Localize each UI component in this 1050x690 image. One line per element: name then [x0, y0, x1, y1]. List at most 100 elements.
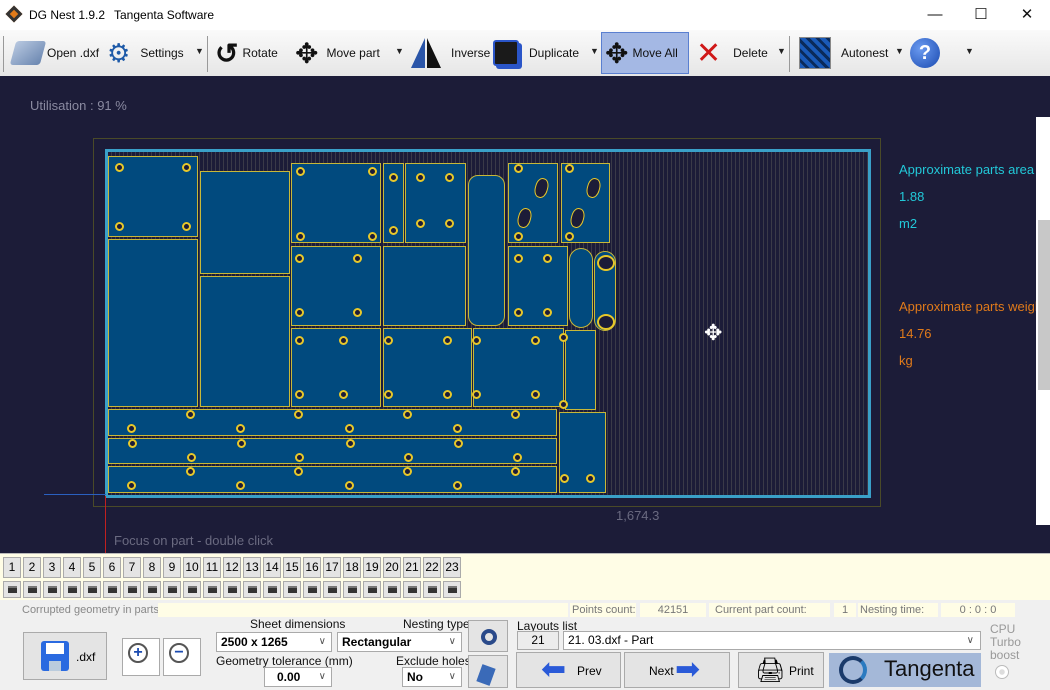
nested-part[interactable]	[569, 248, 593, 328]
layout-tab-9[interactable]: 9	[163, 557, 181, 578]
layout-save-button[interactable]	[123, 581, 141, 598]
inverse-button[interactable]: Inverse	[408, 32, 493, 74]
nested-part[interactable]	[383, 328, 472, 407]
duplicate-dropdown[interactable]: ▼	[590, 46, 599, 56]
layout-save-button[interactable]	[3, 581, 21, 598]
settings-dropdown[interactable]: ▼	[195, 46, 204, 56]
layout-save-button[interactable]	[303, 581, 321, 598]
layout-save-button[interactable]	[43, 581, 61, 598]
delete-button[interactable]: ✕ Delete	[693, 32, 771, 74]
layout-save-button[interactable]	[143, 581, 161, 598]
layout-tab-6[interactable]: 6	[103, 557, 121, 578]
layout-tab-15[interactable]: 15	[283, 557, 301, 578]
nested-part[interactable]	[108, 438, 557, 464]
exclude-holes-select[interactable]: No ∨	[402, 667, 462, 687]
nested-part[interactable]	[291, 246, 381, 326]
layout-tab-14[interactable]: 14	[263, 557, 281, 578]
delete-dropdown[interactable]: ▼	[777, 46, 786, 56]
layout-save-button[interactable]	[223, 581, 241, 598]
nested-part[interactable]	[473, 328, 564, 407]
layout-save-button[interactable]	[103, 581, 121, 598]
layout-tab-2[interactable]: 2	[23, 557, 41, 578]
rotate-button[interactable]: ↺ Rotate	[212, 32, 281, 74]
nested-part[interactable]	[200, 171, 290, 274]
vertical-scrollbar[interactable]	[1036, 117, 1050, 525]
scrollbar-thumb[interactable]	[1038, 220, 1050, 390]
layout-save-button[interactable]	[263, 581, 281, 598]
nested-part[interactable]	[561, 163, 610, 243]
nesting-type-select[interactable]: Rectangular ∨	[337, 632, 462, 652]
layout-tab-16[interactable]: 16	[303, 557, 321, 578]
layout-save-button[interactable]	[63, 581, 81, 598]
layout-tab-19[interactable]: 19	[363, 557, 381, 578]
prev-button[interactable]: ⬅ Prev	[516, 652, 621, 688]
tolerance-select[interactable]: 0.00 ∨	[264, 667, 332, 687]
zoom-out-button[interactable]: −	[163, 638, 201, 676]
open-dxf-button[interactable]: Open .dxf	[9, 32, 102, 74]
layout-save-button[interactable]	[383, 581, 401, 598]
next-button[interactable]: Next ➡	[624, 652, 730, 688]
cpu-turbo-radio[interactable]	[995, 665, 1009, 679]
layout-tab-22[interactable]: 22	[423, 557, 441, 578]
layout-tab-17[interactable]: 17	[323, 557, 341, 578]
layout-save-button[interactable]	[203, 581, 221, 598]
nesting-options-button[interactable]	[468, 620, 508, 652]
layout-tab-7[interactable]: 7	[123, 557, 141, 578]
layout-tab-23[interactable]: 23	[443, 557, 461, 578]
autonest-dropdown[interactable]: ▼	[895, 46, 904, 56]
move-part-button[interactable]: ✥ Move part	[292, 32, 383, 74]
layout-save-button[interactable]	[323, 581, 341, 598]
layout-tab-11[interactable]: 11	[203, 557, 221, 578]
layout-tab-5[interactable]: 5	[83, 557, 101, 578]
rotate-sheet-button[interactable]	[468, 655, 508, 688]
nesting-canvas[interactable]: Utilisation : 91 % 1,674.3 Focus on part…	[0, 76, 1050, 553]
duplicate-button[interactable]: Duplicate	[490, 32, 582, 74]
layout-save-button[interactable]	[423, 581, 441, 598]
layout-tab-8[interactable]: 8	[143, 557, 161, 578]
layout-save-button[interactable]	[343, 581, 361, 598]
layout-tab-1[interactable]: 1	[3, 557, 21, 578]
layout-tab-10[interactable]: 10	[183, 557, 201, 578]
layout-save-button[interactable]	[23, 581, 41, 598]
nested-part[interactable]	[468, 175, 505, 326]
layout-save-button[interactable]	[243, 581, 261, 598]
layout-tab-4[interactable]: 4	[63, 557, 81, 578]
nested-part[interactable]	[108, 466, 557, 493]
nested-part[interactable]	[108, 239, 198, 407]
nested-part[interactable]	[291, 163, 381, 243]
print-button[interactable]: 🖨 Print	[738, 652, 824, 688]
layout-save-button[interactable]	[443, 581, 461, 598]
close-button[interactable]: ✕	[1004, 0, 1050, 30]
toolbar-overflow-dropdown[interactable]: ▼	[965, 46, 974, 56]
nested-part[interactable]	[291, 328, 381, 407]
sheet-dimensions-select[interactable]: 2500 x 1265 ∨	[216, 632, 332, 652]
layout-tab-3[interactable]: 3	[43, 557, 61, 578]
layout-save-button[interactable]	[183, 581, 201, 598]
layout-save-button[interactable]	[163, 581, 181, 598]
layout-save-button[interactable]	[403, 581, 421, 598]
nested-part[interactable]	[565, 330, 596, 410]
layout-save-button[interactable]	[363, 581, 381, 598]
layout-save-button[interactable]	[83, 581, 101, 598]
layout-tab-18[interactable]: 18	[343, 557, 361, 578]
settings-button[interactable]: ⚙ Settings	[104, 32, 187, 74]
help-icon[interactable]: ?	[910, 38, 940, 68]
maximize-button[interactable]: ☐	[958, 0, 1004, 30]
nested-part[interactable]	[383, 246, 466, 326]
autonest-button[interactable]: Autonest	[796, 32, 891, 74]
nested-part[interactable]	[508, 163, 558, 243]
zoom-in-button[interactable]: +	[122, 638, 160, 676]
nested-part[interactable]	[200, 276, 290, 407]
layout-save-button[interactable]	[283, 581, 301, 598]
layout-tab-13[interactable]: 13	[243, 557, 261, 578]
move-part-dropdown[interactable]: ▼	[395, 46, 404, 56]
layouts-select[interactable]: 21. 03.dxf - Part ∨	[563, 631, 981, 650]
layout-tab-12[interactable]: 12	[223, 557, 241, 578]
move-all-button[interactable]: ✥ Move All	[601, 32, 689, 74]
layout-tab-21[interactable]: 21	[403, 557, 421, 578]
nested-part[interactable]	[108, 409, 557, 436]
minimize-button[interactable]: —	[912, 0, 958, 30]
save-dxf-button[interactable]: .dxf	[23, 632, 107, 680]
nested-part[interactable]	[405, 163, 466, 243]
layout-tab-20[interactable]: 20	[383, 557, 401, 578]
